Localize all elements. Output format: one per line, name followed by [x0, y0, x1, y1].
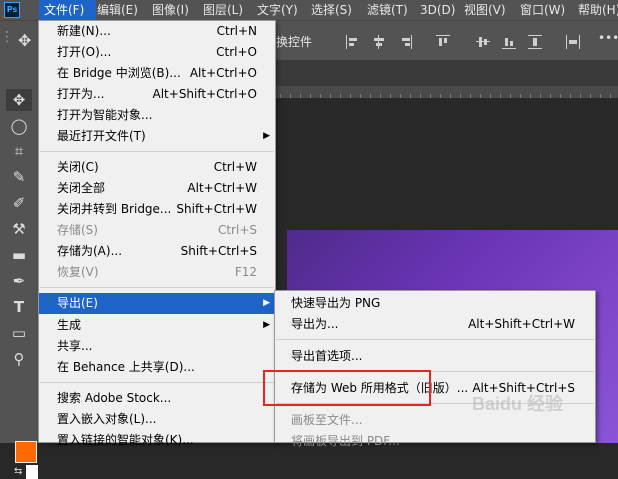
menu-item-share-behance[interactable]: 在 Behance 上共享(D)... — [39, 357, 275, 378]
align-middle-icon[interactable] — [476, 35, 490, 49]
annotation-highlight-box — [263, 370, 431, 406]
menu-separator — [40, 151, 274, 152]
baidu-watermark: Baidu 经验 — [472, 394, 564, 414]
foreground-color-swatch[interactable] — [15, 441, 37, 463]
type-icon[interactable]: T — [6, 296, 32, 318]
menu-item-revert[interactable]: 恢复(V) F12 — [39, 262, 275, 283]
align-center-h-icon[interactable] — [372, 35, 386, 49]
menu-type[interactable]: 文字(Y) — [257, 0, 298, 20]
eyedropper-icon[interactable]: ✎ — [6, 166, 32, 188]
menu-item-generate[interactable]: 生成 ▶ — [39, 315, 275, 336]
menu-view[interactable]: 视图(V) — [464, 0, 506, 20]
menu-3d[interactable]: 3D(D) — [420, 0, 455, 20]
submenu-arrow-icon: ▶ — [263, 320, 270, 330]
swap-colors-icon[interactable]: ⇆ — [14, 466, 22, 477]
photoshop-logo: Ps — [4, 2, 20, 18]
move-icon[interactable]: ✥ — [6, 89, 32, 111]
rectangle-icon[interactable]: ▭ — [6, 322, 32, 344]
menu-item-close[interactable]: 关闭(C) Ctrl+W — [39, 157, 275, 178]
menu-item-save[interactable]: 存储(S) Ctrl+S — [39, 220, 275, 241]
menu-item-share[interactable]: 共享... — [39, 336, 275, 357]
align-bottom-icon[interactable] — [502, 35, 516, 49]
export-submenu: 快速导出为 PNG 导出为... Alt+Shift+Ctrl+W 导出首选项..… — [274, 290, 596, 448]
menu-item-place-linked[interactable]: 置入链接的智能对象(K)... — [39, 430, 275, 451]
distribute-v-icon[interactable] — [566, 35, 580, 49]
submenu-item-export-as[interactable]: 导出为... Alt+Shift+Ctrl+W — [275, 314, 595, 335]
menu-separator — [40, 382, 274, 383]
menu-filter[interactable]: 滤镜(T) — [367, 0, 408, 20]
lasso-icon[interactable]: ◯ — [6, 115, 32, 137]
submenu-arrow-icon: ▶ — [263, 131, 270, 141]
menu-item-close-go-bridge[interactable]: 关闭并转到 Bridge... Shift+Ctrl+W — [39, 199, 275, 220]
menu-item-open-as[interactable]: 打开为... Alt+Shift+Ctrl+O — [39, 84, 275, 105]
menu-bar: Ps 文件(F) 编辑(E) 图像(I) 图层(L) 文字(Y) 选择(S) 滤… — [0, 0, 618, 20]
menu-item-search-adobe-stock[interactable]: 搜索 Adobe Stock... — [39, 388, 275, 409]
brush-icon[interactable]: ✐ — [6, 192, 32, 214]
menu-select[interactable]: 选择(S) — [311, 0, 352, 20]
align-top-icon[interactable] — [436, 35, 450, 49]
menu-separator — [40, 287, 274, 288]
submenu-item-export-preferences[interactable]: 导出首选项... — [275, 346, 595, 367]
menu-help[interactable]: 帮助(H) — [578, 0, 618, 20]
menu-item-open[interactable]: 打开(O)... Ctrl+O — [39, 42, 275, 63]
options-grip-icon: ⋮ — [0, 29, 14, 45]
menu-item-export[interactable]: 导出(E) ▶ — [39, 293, 275, 314]
align-left-icon[interactable] — [346, 35, 360, 49]
menu-item-place-embedded[interactable]: 置入嵌入对象(L)... — [39, 409, 275, 430]
file-menu: 新建(N)... Ctrl+N 打开(O)... Ctrl+O 在 Bridge 中… — [38, 20, 276, 447]
crop-icon[interactable]: ⌗ — [6, 140, 32, 162]
move-tool-preset-icon[interactable]: ✥ — [18, 31, 31, 50]
gradient-icon[interactable]: ▬ — [6, 244, 32, 266]
distribute-icon[interactable] — [528, 35, 542, 49]
menu-edit[interactable]: 编辑(E) — [97, 0, 138, 20]
align-right-icon[interactable] — [398, 35, 412, 49]
submenu-arrow-icon: ▶ — [263, 298, 270, 308]
pen-icon[interactable]: ✒ — [6, 270, 32, 292]
zoom-icon[interactable]: ⚲ — [6, 348, 32, 370]
menu-image[interactable]: 图像(I) — [152, 0, 189, 20]
menu-item-recent-files[interactable]: 最近打开文件(T) ▶ — [39, 126, 275, 147]
transform-controls-label[interactable]: 换控件 — [276, 33, 312, 50]
menu-layer[interactable]: 图层(L) — [203, 0, 243, 20]
menu-window[interactable]: 窗口(W) — [520, 0, 565, 20]
menu-item-browse-bridge[interactable]: 在 Bridge 中浏览(B)... Alt+Ctrl+O — [39, 63, 275, 84]
menu-item-open-smart-object[interactable]: 打开为智能对象... — [39, 105, 275, 126]
background-color-swatch[interactable] — [26, 465, 38, 479]
submenu-item-quick-export-png[interactable]: 快速导出为 PNG — [275, 293, 595, 314]
clone-stamp-icon[interactable]: ⚒ — [6, 218, 32, 240]
menu-item-save-as[interactable]: 存储为(A)... Shift+Ctrl+S — [39, 241, 275, 262]
tools-panel: ✥ ◯ ⌗ ✎ ✐ ⚒ ▬ ✒ T ▭ ⚲ ⇆ — [0, 60, 39, 479]
menu-separator — [276, 339, 594, 340]
more-options-icon[interactable]: ••• — [598, 31, 618, 45]
menu-item-close-all[interactable]: 关闭全部 Alt+Ctrl+W — [39, 178, 275, 199]
submenu-item-artboards-to-pdf[interactable]: 将画板导出到 PDF... — [275, 431, 595, 452]
menu-file[interactable]: 文件(F) — [39, 0, 96, 20]
menu-item-new[interactable]: 新建(N)... Ctrl+N — [39, 21, 275, 42]
